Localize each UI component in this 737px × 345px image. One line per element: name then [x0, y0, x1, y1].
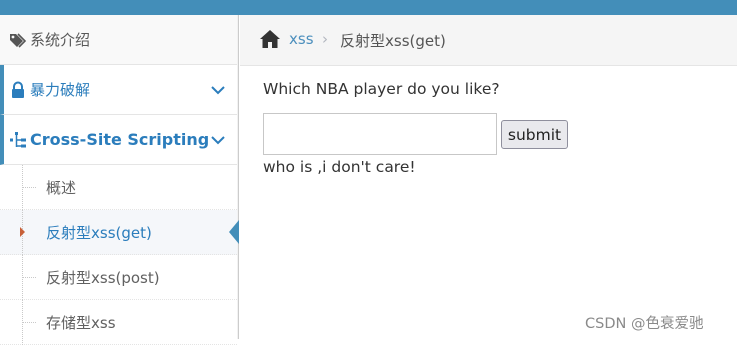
- breadcrumb: xss › 反射型xss(get): [240, 15, 737, 66]
- sidebar-item-brute-force[interactable]: 暴力破解: [0, 65, 237, 115]
- main-content: Which NBA player do you like? submit who…: [263, 78, 723, 328]
- submenu-item-reflected-xss-get[interactable]: 反射型xss(get): [0, 210, 239, 255]
- tree-line: [22, 187, 36, 188]
- sitemap-icon: [10, 132, 26, 148]
- result-message: who is ,i don't care!: [263, 158, 416, 176]
- submenu-item-overview[interactable]: 概述: [0, 165, 237, 210]
- chevron-down-icon[interactable]: [210, 133, 226, 147]
- tree-line: [22, 322, 36, 323]
- home-icon[interactable]: [259, 29, 281, 49]
- submenu-item-label: 存储型xss: [46, 313, 116, 332]
- sidebar-item-cross-site-scripting[interactable]: Cross-Site Scripting: [0, 115, 237, 165]
- submenu-item-reflected-xss-post[interactable]: 反射型xss(post): [0, 255, 237, 300]
- breadcrumb-current: 反射型xss(get): [340, 32, 446, 50]
- player-name-input[interactable]: [263, 113, 497, 155]
- sidebar: 系统介绍 暴力破解 Cross-Site Scripting 概述 反射型xss…: [0, 15, 239, 345]
- sidebar-item-label: 暴力破解: [30, 81, 91, 99]
- submenu-item-stored-xss[interactable]: 存储型xss: [0, 300, 237, 345]
- lock-icon: [12, 81, 24, 98]
- watermark: CSDN @色衰爱驰: [585, 316, 704, 332]
- sidebar-item-system-intro[interactable]: 系统介绍: [0, 15, 237, 65]
- sidebar-item-label: Cross-Site Scripting: [30, 130, 210, 149]
- breadcrumb-link-xss[interactable]: xss: [289, 30, 314, 48]
- top-navbar: [0, 0, 737, 15]
- chevron-down-icon[interactable]: [210, 83, 226, 97]
- active-pointer: [229, 220, 239, 244]
- submenu-item-label: 反射型xss(post): [46, 268, 160, 287]
- submenu-item-label: 概述: [46, 178, 77, 197]
- tags-icon: [10, 33, 27, 48]
- breadcrumb-separator: ›: [322, 30, 328, 48]
- submenu-item-label: 反射型xss(get): [46, 223, 152, 242]
- caret-right-icon: [20, 227, 25, 237]
- sidebar-item-label: 系统介绍: [30, 31, 91, 49]
- question-label: Which NBA player do you like?: [263, 80, 500, 98]
- tree-line: [22, 277, 36, 278]
- submit-button[interactable]: submit: [501, 120, 568, 149]
